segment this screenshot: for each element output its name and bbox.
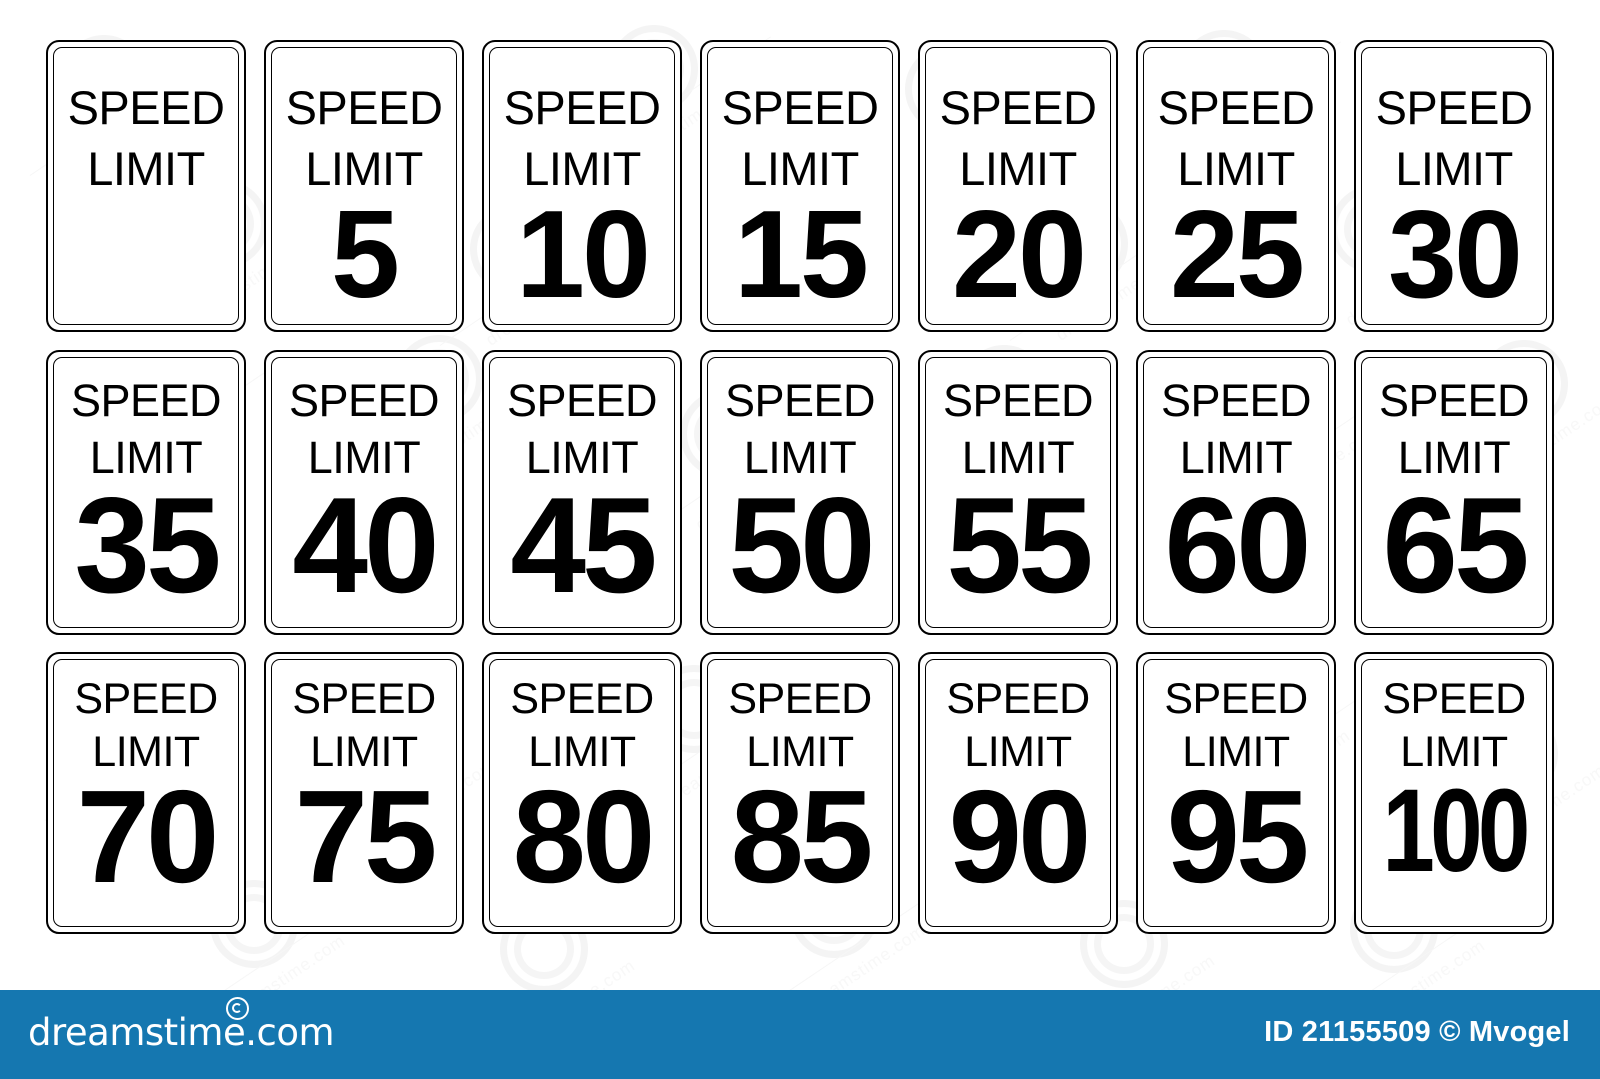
speed-limit-sign-35[interactable]: SPEED LIMIT 35 <box>46 350 246 635</box>
sign-speed-value: 100 <box>1382 765 1530 897</box>
sign-speed-label: SPEED <box>946 675 1090 723</box>
speed-limit-sign-40[interactable]: SPEED LIMIT 40 <box>264 350 464 635</box>
speed-limit-sign-10[interactable]: SPEED LIMIT 10 <box>482 40 682 332</box>
sign-speed-label: SPEED <box>74 675 218 723</box>
speed-limit-sign-55[interactable]: SPEED LIMIT 55 <box>918 350 1118 635</box>
sign-limit-label: LIMIT <box>305 142 423 195</box>
sign-speed-value: 35 <box>74 469 221 621</box>
sign-speed-value: 55 <box>946 469 1093 621</box>
sign-speed-label: SPEED <box>1160 375 1312 426</box>
speed-limit-sign-blank[interactable]: SPEED LIMIT <box>46 40 246 332</box>
sign-speed-label: SPEED <box>1164 675 1308 723</box>
sign-limit-label: LIMIT <box>87 142 205 195</box>
sign-speed-label: SPEED <box>292 675 436 723</box>
speed-limit-sign-45[interactable]: SPEED LIMIT 45 <box>482 350 682 635</box>
image-credit: ID 21155509 © Mvogel <box>1264 1016 1570 1048</box>
speed-limit-sign-85[interactable]: SPEED LIMIT 85 <box>700 652 900 934</box>
sign-speed-label: SPEED <box>721 81 879 134</box>
sign-speed-label: SPEED <box>503 81 661 134</box>
sign-speed-label: SPEED <box>724 375 876 426</box>
sign-speed-value: 20 <box>952 186 1087 324</box>
sign-speed-label: SPEED <box>1382 675 1526 723</box>
sign-speed-value: 60 <box>1164 469 1311 621</box>
sign-limit-label: LIMIT <box>523 142 641 195</box>
sign-speed-value: 40 <box>292 469 439 621</box>
sign-limit-label: LIMIT <box>741 142 859 195</box>
brand-name: dreamstime.com <box>28 1010 335 1054</box>
sign-speed-value: 90 <box>948 763 1092 910</box>
sign-speed-label: SPEED <box>288 375 440 426</box>
sign-speed-label: SPEED <box>67 81 225 134</box>
speed-limit-sign-90[interactable]: SPEED LIMIT 90 <box>918 652 1118 934</box>
sign-row-1: SPEED LIMIT SPEED LIMIT 5 SPEED LIMIT 10 SPEED LI… <box>0 40 1600 332</box>
sign-limit-label: LIMIT <box>1177 142 1295 195</box>
sign-limit-label: LIMIT <box>1395 142 1513 195</box>
speed-limit-sign-80[interactable]: SPEED LIMIT 80 <box>482 652 682 934</box>
sign-row-3: SPEED LIMIT 70 SPEED LIMIT 75 SPEED LIMIT 80 SPEE… <box>0 652 1600 934</box>
spiral-icon <box>226 997 249 1020</box>
sign-speed-label: SPEED <box>510 675 654 723</box>
footer-bar: dreamstime.com ID 21155509 © Mvogel <box>0 990 1600 1079</box>
sign-speed-label: SPEED <box>70 375 222 426</box>
sign-speed-label: SPEED <box>285 81 443 134</box>
sign-speed-value: 30 <box>1388 186 1523 324</box>
sign-speed-value: 80 <box>512 763 656 910</box>
sign-speed-label: SPEED <box>942 375 1094 426</box>
sign-limit-label: LIMIT <box>959 142 1077 195</box>
sign-speed-label: SPEED <box>1378 375 1530 426</box>
sign-speed-value: 5 <box>331 186 400 324</box>
speed-limit-sign-5[interactable]: SPEED LIMIT 5 <box>264 40 464 332</box>
sign-speed-label: SPEED <box>728 675 872 723</box>
sign-speed-value: 45 <box>510 469 657 621</box>
sign-speed-value: 25 <box>1170 186 1305 324</box>
speed-limit-sign-grid: SPEED LIMIT SPEED LIMIT 5 SPEED LIMIT 10 SPEED LI… <box>0 0 1600 990</box>
speed-limit-sign-15[interactable]: SPEED LIMIT 15 <box>700 40 900 332</box>
sign-speed-label: SPEED <box>1157 81 1315 134</box>
sign-speed-value: 70 <box>76 763 220 910</box>
speed-limit-sign-20[interactable]: SPEED LIMIT 20 <box>918 40 1118 332</box>
sign-speed-value: 10 <box>516 186 651 324</box>
sign-speed-value: 75 <box>294 763 438 910</box>
speed-limit-sign-60[interactable]: SPEED LIMIT 60 <box>1136 350 1336 635</box>
sign-speed-label: SPEED <box>506 375 658 426</box>
dreamstime-logo[interactable]: dreamstime.com <box>28 997 335 1055</box>
speed-limit-sign-100[interactable]: SPEED LIMIT 100 <box>1354 652 1554 934</box>
speed-limit-sign-65[interactable]: SPEED LIMIT 65 <box>1354 350 1554 635</box>
sign-row-2: SPEED LIMIT 35 SPEED LIMIT 40 SPEED LIMIT 45 SPEE… <box>0 350 1600 635</box>
sign-speed-value: 85 <box>730 763 874 910</box>
speed-limit-sign-50[interactable]: SPEED LIMIT 50 <box>700 350 900 635</box>
speed-limit-sign-70[interactable]: SPEED LIMIT 70 <box>46 652 246 934</box>
sign-speed-label: SPEED <box>939 81 1097 134</box>
sign-speed-value: 15 <box>734 186 869 324</box>
speed-limit-sign-95[interactable]: SPEED LIMIT 95 <box>1136 652 1336 934</box>
speed-limit-sign-75[interactable]: SPEED LIMIT 75 <box>264 652 464 934</box>
speed-limit-sign-25[interactable]: SPEED LIMIT 25 <box>1136 40 1336 332</box>
speed-limit-sign-30[interactable]: SPEED LIMIT 30 <box>1354 40 1554 332</box>
sign-speed-value: 50 <box>728 469 875 621</box>
sign-speed-value: 65 <box>1382 469 1529 621</box>
sign-speed-label: SPEED <box>1375 81 1533 134</box>
sign-speed-value: 95 <box>1166 763 1310 910</box>
